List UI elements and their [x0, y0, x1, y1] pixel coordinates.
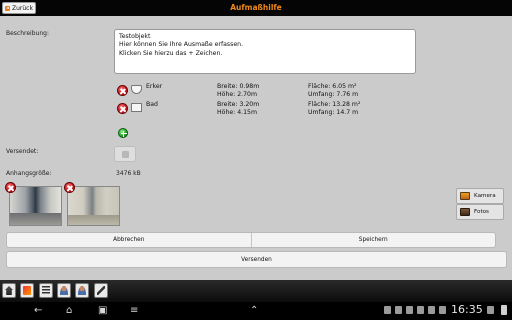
photo-thumbnail[interactable] [9, 186, 62, 226]
description-line: Klicken Sie hierzu das + Zeichen. [119, 49, 223, 57]
edit-toolbar-button[interactable] [94, 283, 108, 298]
user-toolbar-button[interactable] [75, 283, 89, 298]
room-height: Höhe: 2.70m [217, 91, 258, 98]
room-height: Höhe: 4.15m [217, 109, 258, 116]
contacts-icon [60, 286, 68, 295]
delete-room-icon[interactable] [117, 85, 128, 96]
menu-icon[interactable]: ≡ [130, 305, 138, 317]
rectangle-shape-icon [131, 103, 142, 112]
room-area: Fläche: 13.28 m² [308, 101, 361, 108]
description-textarea[interactable]: Testobjekt Hier können Sie Ihre Ausmaße … [114, 29, 416, 74]
download-status-icon [428, 306, 435, 314]
contacts-toolbar-button[interactable] [57, 283, 71, 298]
room-area: Fläche: 6.05 m² [308, 83, 357, 90]
page-title: Aufmaßhilfe [230, 3, 282, 12]
camera-icon [460, 192, 470, 200]
room-name[interactable]: Bad [146, 101, 158, 108]
room-row-bad: Bad Breite: 3.20m Höhe: 4.15m Fläche: 13… [114, 100, 374, 122]
chevron-up-icon[interactable]: ⌃ [250, 305, 258, 317]
room-perimeter: Umfang: 7.76 m [308, 91, 359, 98]
delete-photo-icon[interactable] [5, 182, 16, 193]
projects-toolbar-button[interactable] [20, 283, 34, 298]
recent-apps-icon[interactable]: ▣ [98, 305, 107, 317]
sd-card-status-icon [395, 306, 402, 314]
battery-icon [501, 305, 507, 315]
room-width: Breite: 0.98m [217, 83, 260, 90]
camera-button-label: Kamera [474, 193, 496, 199]
home-toolbar-button[interactable] [2, 283, 16, 298]
room-name[interactable]: Erker [146, 83, 162, 90]
status-clock: 16:35 [451, 303, 483, 316]
help-status-icon [406, 306, 413, 314]
delete-room-icon[interactable] [117, 103, 128, 114]
description-line: Hier können Sie Ihre Ausmaße erfassen. [119, 41, 244, 49]
back-nav-icon[interactable]: ← [34, 305, 42, 317]
photos-button-label: Fotos [474, 209, 489, 215]
home-nav-icon[interactable]: ⌂ [66, 305, 72, 317]
sent-label: Versendet: [6, 148, 39, 155]
usb-status-icon [417, 306, 424, 314]
wifi-status-icon [487, 306, 494, 314]
delete-photo-icon[interactable] [64, 182, 75, 193]
attachment-size-label: Anhangsgröße: [6, 170, 52, 177]
photos-icon [460, 208, 470, 216]
edit-icon [97, 286, 105, 295]
description-line: Testobjekt [119, 33, 151, 40]
user-icon [78, 286, 86, 295]
photo-thumbnail[interactable] [67, 186, 120, 226]
home-icon [5, 286, 13, 295]
send-button[interactable]: Versenden [6, 251, 507, 268]
cancel-button[interactable]: Abbrechen [7, 233, 252, 247]
room-perimeter: Umfang: 14.7 m [308, 109, 359, 116]
list-toolbar-button[interactable] [39, 283, 53, 298]
erker-shape-icon [131, 85, 142, 94]
attachment-size-value: 3476 kB [116, 170, 141, 177]
room-width: Breite: 3.20m [217, 101, 260, 108]
photos-button[interactable]: Fotos [456, 204, 504, 220]
projects-icon [23, 286, 31, 295]
warning-status-icon [439, 306, 446, 314]
camera-button[interactable]: Kamera [456, 188, 504, 204]
description-label: Beschreibung: [6, 30, 49, 37]
list-icon [42, 286, 50, 295]
save-button[interactable]: Speichern [252, 233, 496, 247]
cancel-save-bar: Abbrechen Speichern [6, 232, 496, 248]
screenshot-status-icon [384, 306, 391, 314]
app-header: Zurück Aufmaßhilfe [0, 0, 512, 16]
sent-checkbox[interactable] [114, 146, 136, 162]
add-room-icon[interactable] [118, 128, 128, 138]
